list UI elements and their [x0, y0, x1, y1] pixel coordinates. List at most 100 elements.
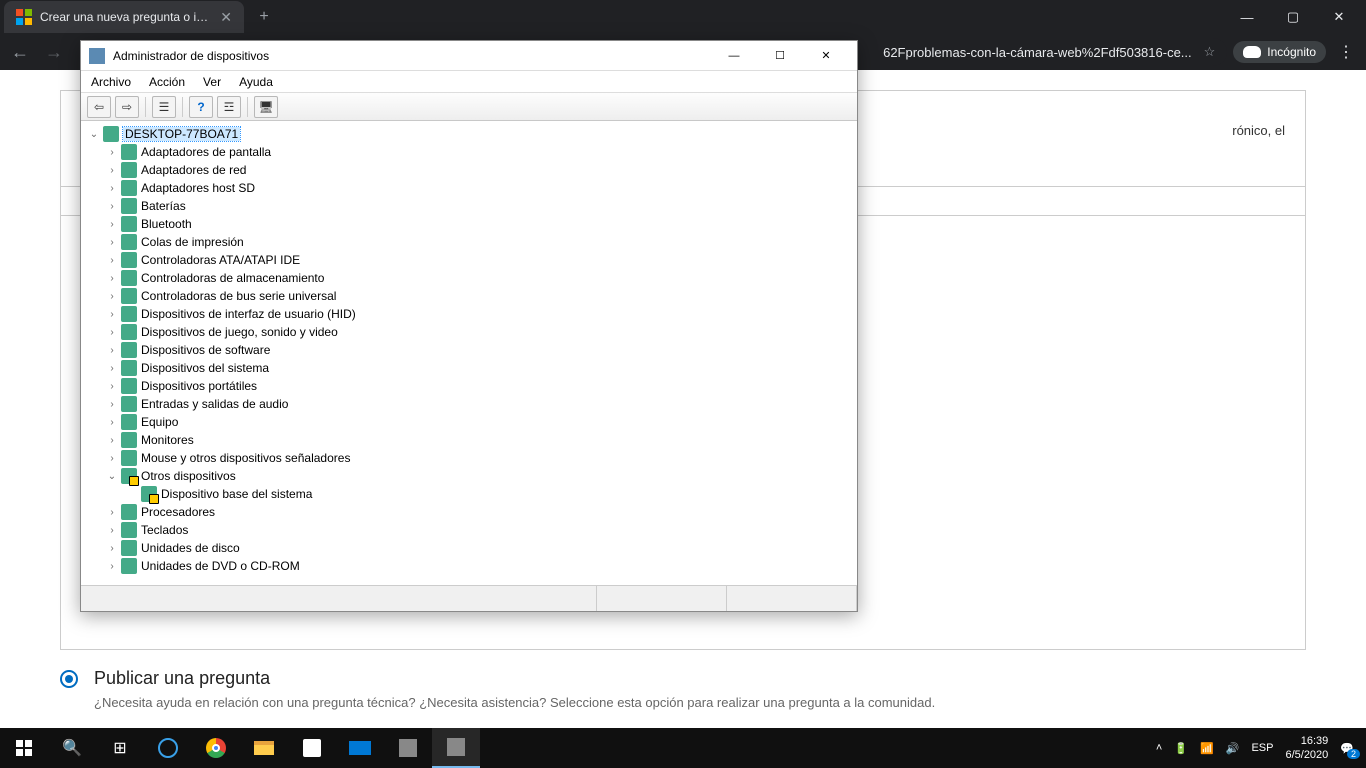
device-category-icon: [121, 180, 137, 196]
expand-arrow-right-icon[interactable]: ›: [105, 453, 119, 464]
browser-minimize-button[interactable]: —: [1224, 0, 1270, 34]
tree-node-otros-dispositivos[interactable]: ⌄ Otros dispositivos: [83, 467, 855, 485]
expand-arrow-right-icon[interactable]: ›: [105, 399, 119, 410]
expand-arrow-right-icon[interactable]: ›: [105, 165, 119, 176]
tray-battery-icon[interactable]: 🔋: [1174, 742, 1188, 755]
tree-node[interactable]: ›Dispositivos de software: [83, 341, 855, 359]
browser-menu-button[interactable]: ⋮: [1332, 38, 1360, 66]
taskbar-store[interactable]: [288, 728, 336, 768]
expand-arrow-right-icon[interactable]: ›: [105, 417, 119, 428]
tree-node[interactable]: ›Controladoras de almacenamiento: [83, 269, 855, 287]
device-category-icon: [121, 378, 137, 394]
radio-selected-icon[interactable]: [60, 670, 78, 688]
taskbar-devmgr-active[interactable]: [432, 728, 480, 768]
expand-arrow-right-icon[interactable]: ›: [105, 543, 119, 554]
start-button[interactable]: [0, 728, 48, 768]
tray-action-center[interactable]: 💬 2: [1340, 742, 1354, 755]
expand-arrow-right-icon[interactable]: ›: [105, 201, 119, 212]
mail-icon: [349, 741, 371, 755]
tree-node[interactable]: ›Procesadores: [83, 503, 855, 521]
tray-lang[interactable]: ESP: [1251, 742, 1273, 754]
taskbar-explorer[interactable]: [240, 728, 288, 768]
expand-arrow-right-icon[interactable]: ›: [105, 273, 119, 284]
tree-node[interactable]: ›Unidades de disco: [83, 539, 855, 557]
back-button[interactable]: ←: [6, 38, 34, 66]
dm-titlebar[interactable]: Administrador de dispositivos — ☐ ✕: [81, 41, 857, 71]
expand-arrow-right-icon[interactable]: ›: [105, 309, 119, 320]
tree-node[interactable]: ›Entradas y salidas de audio: [83, 395, 855, 413]
tray-wifi-icon[interactable]: 📶: [1200, 742, 1214, 755]
toolbar-scan-button[interactable]: 🖥: [254, 96, 278, 118]
device-category-icon: [121, 360, 137, 376]
expand-arrow-right-icon[interactable]: ›: [105, 561, 119, 572]
dm-maximize-button[interactable]: ☐: [757, 42, 803, 70]
dm-close-button[interactable]: ✕: [803, 42, 849, 70]
tray-volume-icon[interactable]: 🔊: [1226, 742, 1240, 755]
toolbar-help-button[interactable]: ?: [189, 96, 213, 118]
expand-arrow-right-icon[interactable]: ›: [105, 237, 119, 248]
taskbar-edge[interactable]: [144, 728, 192, 768]
tree-node[interactable]: ›Controladoras de bus serie universal: [83, 287, 855, 305]
expand-arrow-right-icon[interactable]: ›: [105, 435, 119, 446]
node-label: Mouse y otros dispositivos señaladores: [141, 451, 350, 465]
expand-arrow-right-icon[interactable]: ›: [105, 345, 119, 356]
expand-arrow-right-icon[interactable]: ›: [105, 507, 119, 518]
tree-node[interactable]: ›Dispositivos del sistema: [83, 359, 855, 377]
expand-arrow-right-icon[interactable]: ›: [105, 381, 119, 392]
taskbar-chrome[interactable]: [192, 728, 240, 768]
taskview-button[interactable]: ⊞: [96, 728, 144, 768]
tree-leaf-dispositivo-base[interactable]: Dispositivo base del sistema: [83, 485, 855, 503]
expand-arrow-right-icon[interactable]: ›: [105, 291, 119, 302]
browser-maximize-button[interactable]: ▢: [1270, 0, 1316, 34]
tree-node[interactable]: ›Adaptadores de pantalla: [83, 143, 855, 161]
incognito-label: Incógnito: [1267, 45, 1316, 59]
taskbar-mail[interactable]: [336, 728, 384, 768]
tree-node[interactable]: ›Dispositivos de juego, sonido y video: [83, 323, 855, 341]
tree-node[interactable]: ›Adaptadores de red: [83, 161, 855, 179]
toolbar-showhide-button[interactable]: ☰: [152, 96, 176, 118]
dm-minimize-button[interactable]: —: [711, 42, 757, 70]
bookmark-star-icon[interactable]: ☆: [1204, 44, 1216, 60]
toolbar-forward-button[interactable]: ⇨: [115, 96, 139, 118]
expand-arrow-right-icon[interactable]: ›: [105, 327, 119, 338]
tree-node[interactable]: ›Teclados: [83, 521, 855, 539]
tab-close-icon[interactable]: ✕: [220, 9, 232, 26]
browser-close-button[interactable]: ✕: [1316, 0, 1362, 34]
tree-node[interactable]: ›Equipo: [83, 413, 855, 431]
expand-arrow-right-icon[interactable]: ›: [105, 183, 119, 194]
expand-arrow-down-icon[interactable]: ⌄: [105, 471, 119, 482]
tree-node[interactable]: ›Dispositivos portátiles: [83, 377, 855, 395]
menu-accion[interactable]: Acción: [149, 75, 185, 89]
expand-arrow-right-icon[interactable]: ›: [105, 363, 119, 374]
option-publicar-pregunta[interactable]: Publicar una pregunta ¿Necesita ayuda en…: [60, 668, 1306, 710]
menu-ver[interactable]: Ver: [203, 75, 221, 89]
tree-node[interactable]: ›Unidades de DVD o CD-ROM: [83, 557, 855, 575]
tray-clock[interactable]: 16:39 6/5/2020: [1285, 734, 1328, 762]
tree-node[interactable]: ›Dispositivos de interfaz de usuario (HI…: [83, 305, 855, 323]
browser-tab[interactable]: Crear una nueva pregunta o inici ✕: [4, 1, 244, 33]
tree-node[interactable]: ›Baterías: [83, 197, 855, 215]
tree-root[interactable]: ⌄ DESKTOP-77BOA71: [83, 125, 855, 143]
toolbar-properties-button[interactable]: ☲: [217, 96, 241, 118]
menu-ayuda[interactable]: Ayuda: [239, 75, 273, 89]
expand-arrow-right-icon[interactable]: ›: [105, 525, 119, 536]
device-tree[interactable]: ⌄ DESKTOP-77BOA71 ›Adaptadores de pantal…: [83, 123, 855, 581]
expand-arrow-down-icon[interactable]: ⌄: [87, 129, 101, 140]
tree-node[interactable]: › Mouse y otros dispositivos señaladores: [83, 449, 855, 467]
forward-button[interactable]: →: [40, 38, 68, 66]
expand-arrow-right-icon[interactable]: ›: [105, 255, 119, 266]
expand-arrow-right-icon[interactable]: ›: [105, 147, 119, 158]
search-button[interactable]: 🔍: [48, 728, 96, 768]
tree-node[interactable]: ›Bluetooth: [83, 215, 855, 233]
tray-chevron-icon[interactable]: ˄: [1156, 742, 1162, 754]
tree-node[interactable]: ›Colas de impresión: [83, 233, 855, 251]
menu-archivo[interactable]: Archivo: [91, 75, 131, 89]
expand-arrow-right-icon[interactable]: ›: [105, 219, 119, 230]
taskbar-devmgr-1[interactable]: [384, 728, 432, 768]
new-tab-button[interactable]: +: [250, 3, 278, 31]
tree-node[interactable]: ›Controladoras ATA/ATAPI IDE: [83, 251, 855, 269]
tree-node[interactable]: ›Adaptadores host SD: [83, 179, 855, 197]
tree-node[interactable]: ›Monitores: [83, 431, 855, 449]
device-manager-window: Administrador de dispositivos — ☐ ✕ Arch…: [80, 40, 858, 612]
toolbar-back-button[interactable]: ⇦: [87, 96, 111, 118]
